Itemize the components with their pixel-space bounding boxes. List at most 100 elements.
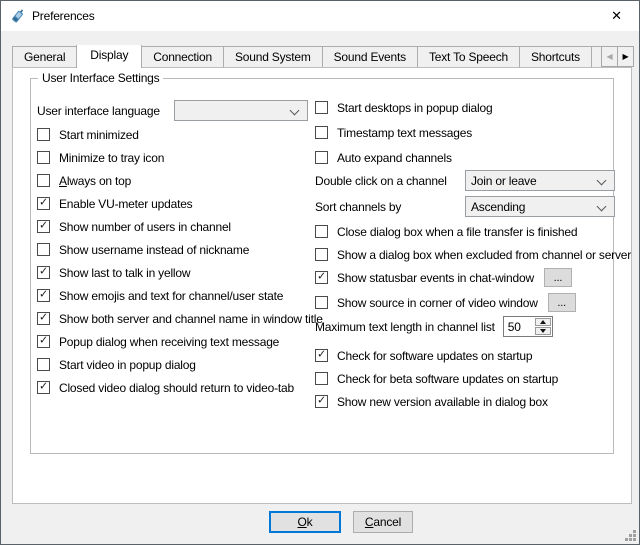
checkbox-label[interactable]: Show a dialog box when excluded from cha… xyxy=(337,248,631,262)
checkbox-row: Timestamp text messages xyxy=(315,125,609,140)
checkbox[interactable] xyxy=(37,358,50,371)
checkbox-row: ✓ Enable VU-meter updates xyxy=(37,196,309,211)
tab-sound-system[interactable]: Sound System xyxy=(223,46,323,67)
checkbox-label[interactable]: Check for beta software updates on start… xyxy=(337,372,558,386)
checkbox-label[interactable]: Timestamp text messages xyxy=(337,126,472,140)
checkbox[interactable]: ✓ xyxy=(315,271,328,284)
checkbox-label[interactable]: Always on top xyxy=(59,174,131,188)
checkbox-row: Start minimized xyxy=(37,127,309,142)
checkbox[interactable] xyxy=(315,126,328,139)
close-icon: ✕ xyxy=(611,8,622,24)
checkbox[interactable]: ✓ xyxy=(37,220,50,233)
chevron-down-icon xyxy=(597,202,607,212)
tab-scroll-buttons: ◀ ▶ xyxy=(602,46,634,67)
ok-button-label: Ok xyxy=(298,515,313,529)
checkbox[interactable]: ✓ xyxy=(37,266,50,279)
check-icon: ✓ xyxy=(39,336,48,347)
checkbox-label[interactable]: Minimize to tray icon xyxy=(59,151,164,165)
tab-text-to-speech[interactable]: Text To Speech xyxy=(417,46,520,67)
checkbox[interactable] xyxy=(315,101,328,114)
checkbox-row: Start video in popup dialog xyxy=(37,357,309,372)
resize-grip-icon[interactable] xyxy=(624,529,637,542)
language-dropdown[interactable] xyxy=(174,100,308,121)
checkbox-row: Show username instead of nickname xyxy=(37,242,309,257)
checkbox-label[interactable]: Popup dialog when receiving text message xyxy=(59,335,279,349)
checkbox-label[interactable]: Show last to talk in yellow xyxy=(59,266,190,280)
checkbox-label[interactable]: Close dialog box when a file transfer is… xyxy=(337,225,577,239)
checkbox-row: Auto expand channels xyxy=(315,150,609,165)
checkbox[interactable] xyxy=(315,372,328,385)
checkbox[interactable] xyxy=(37,151,50,164)
check-icon: ✓ xyxy=(39,198,48,209)
group-user-interface-settings: User Interface Settings User interface l… xyxy=(30,78,614,454)
checkbox[interactable] xyxy=(315,151,328,164)
tab-page-display: User Interface Settings User interface l… xyxy=(12,67,632,504)
checkbox[interactable]: ✓ xyxy=(315,395,328,408)
double-click-label: Double click on a channel xyxy=(315,174,447,188)
checkbox[interactable] xyxy=(315,248,328,261)
sort-channels-dropdown-value: Ascending xyxy=(466,200,525,214)
browse-button[interactable]: ... xyxy=(544,268,572,287)
checkbox-label[interactable]: Start desktops in popup dialog xyxy=(337,101,492,115)
check-icon: ✓ xyxy=(39,382,48,393)
checkbox-label[interactable]: Show new version available in dialog box xyxy=(337,395,548,409)
preferences-dialog: Preferences ✕ GeneralDisplayConnectionSo… xyxy=(0,0,640,545)
sort-channels-dropdown[interactable]: Ascending xyxy=(465,196,615,217)
checkbox-row: Check for beta software updates on start… xyxy=(315,371,609,386)
tab-scroll-left-button[interactable]: ◀ xyxy=(601,46,618,67)
checkbox[interactable]: ✓ xyxy=(315,349,328,362)
checkbox-label[interactable]: Start minimized xyxy=(59,128,139,142)
spin-down-button[interactable] xyxy=(535,327,551,335)
checkbox[interactable]: ✓ xyxy=(37,335,50,348)
checkbox-row: Always on top xyxy=(37,173,309,188)
checkbox[interactable] xyxy=(315,225,328,238)
checkbox-label[interactable]: Show emojis and text for channel/user st… xyxy=(59,289,283,303)
tab-display[interactable]: Display xyxy=(76,45,142,68)
tab-general[interactable]: General xyxy=(12,46,77,67)
checkbox-label[interactable]: Show source in corner of video window xyxy=(337,296,538,310)
checkbox[interactable] xyxy=(315,296,328,309)
checkbox-label[interactable]: Auto expand channels xyxy=(337,151,452,165)
cancel-button[interactable]: Cancel xyxy=(353,511,413,533)
checkbox-row: ✓Show both server and channel name in wi… xyxy=(37,311,309,326)
checkbox[interactable] xyxy=(37,174,50,187)
browse-button[interactable]: ... xyxy=(548,293,576,312)
spin-up-button[interactable] xyxy=(535,318,551,326)
checkbox[interactable]: ✓ xyxy=(37,312,50,325)
checkbox[interactable] xyxy=(37,128,50,141)
left-settings-column: User interface language Start minimizedM… xyxy=(37,79,309,453)
checkbox-label[interactable]: Show statusbar events in chat-window xyxy=(337,271,534,285)
checkbox-label[interactable]: Check for software updates on startup xyxy=(337,349,532,363)
checkbox-label[interactable]: Show username instead of nickname xyxy=(59,243,249,257)
tab-connection[interactable]: Connection xyxy=(141,46,224,67)
titlebar: Preferences ✕ xyxy=(1,1,639,31)
tab-shortcuts[interactable]: Shortcuts xyxy=(519,46,592,67)
tab-sound-events[interactable]: Sound Events xyxy=(322,46,418,67)
ok-button[interactable]: Ok xyxy=(269,511,341,533)
double-click-dropdown[interactable]: Join or leave xyxy=(465,170,615,191)
checkbox-row: ✓ Show new version available in dialog bo… xyxy=(315,394,609,409)
checkbox-label[interactable]: Enable VU-meter updates xyxy=(59,197,192,211)
checkbox-row: ✓ Check for software updates on startup xyxy=(315,348,609,363)
max-text-length-spinbox[interactable]: 50 xyxy=(503,316,553,337)
checkbox-row: ✓ Show emojis and text for channel/user s… xyxy=(37,288,309,303)
tab-bar: GeneralDisplayConnectionSound SystemSoun… xyxy=(12,45,624,68)
arrow-left-icon: ◀ xyxy=(607,53,613,61)
tab-scroll-right-button[interactable]: ▶ xyxy=(617,46,634,67)
checkbox[interactable]: ✓ xyxy=(37,289,50,302)
max-text-length-label: Maximum text length in channel list xyxy=(315,320,495,334)
checkbox[interactable]: ✓ xyxy=(37,381,50,394)
checkbox-label[interactable]: Start video in popup dialog xyxy=(59,358,196,372)
checkbox-label[interactable]: Closed video dialog should return to vid… xyxy=(59,381,294,395)
checkbox-row: ✓ Show statusbar events in chat-window... xyxy=(315,270,609,285)
check-icon: ✓ xyxy=(317,272,326,283)
checkbox[interactable]: ✓ xyxy=(37,197,50,210)
checkbox-label[interactable]: Show both server and channel name in win… xyxy=(59,312,323,326)
checkbox[interactable] xyxy=(37,243,50,256)
app-icon xyxy=(10,8,26,24)
cancel-button-label: Cancel xyxy=(365,515,401,529)
close-button[interactable]: ✕ xyxy=(594,1,639,31)
checkbox-label[interactable]: Show number of users in channel xyxy=(59,220,231,234)
check-icon: ✓ xyxy=(39,221,48,232)
checkbox-row: Show source in corner of video window... xyxy=(315,295,609,310)
